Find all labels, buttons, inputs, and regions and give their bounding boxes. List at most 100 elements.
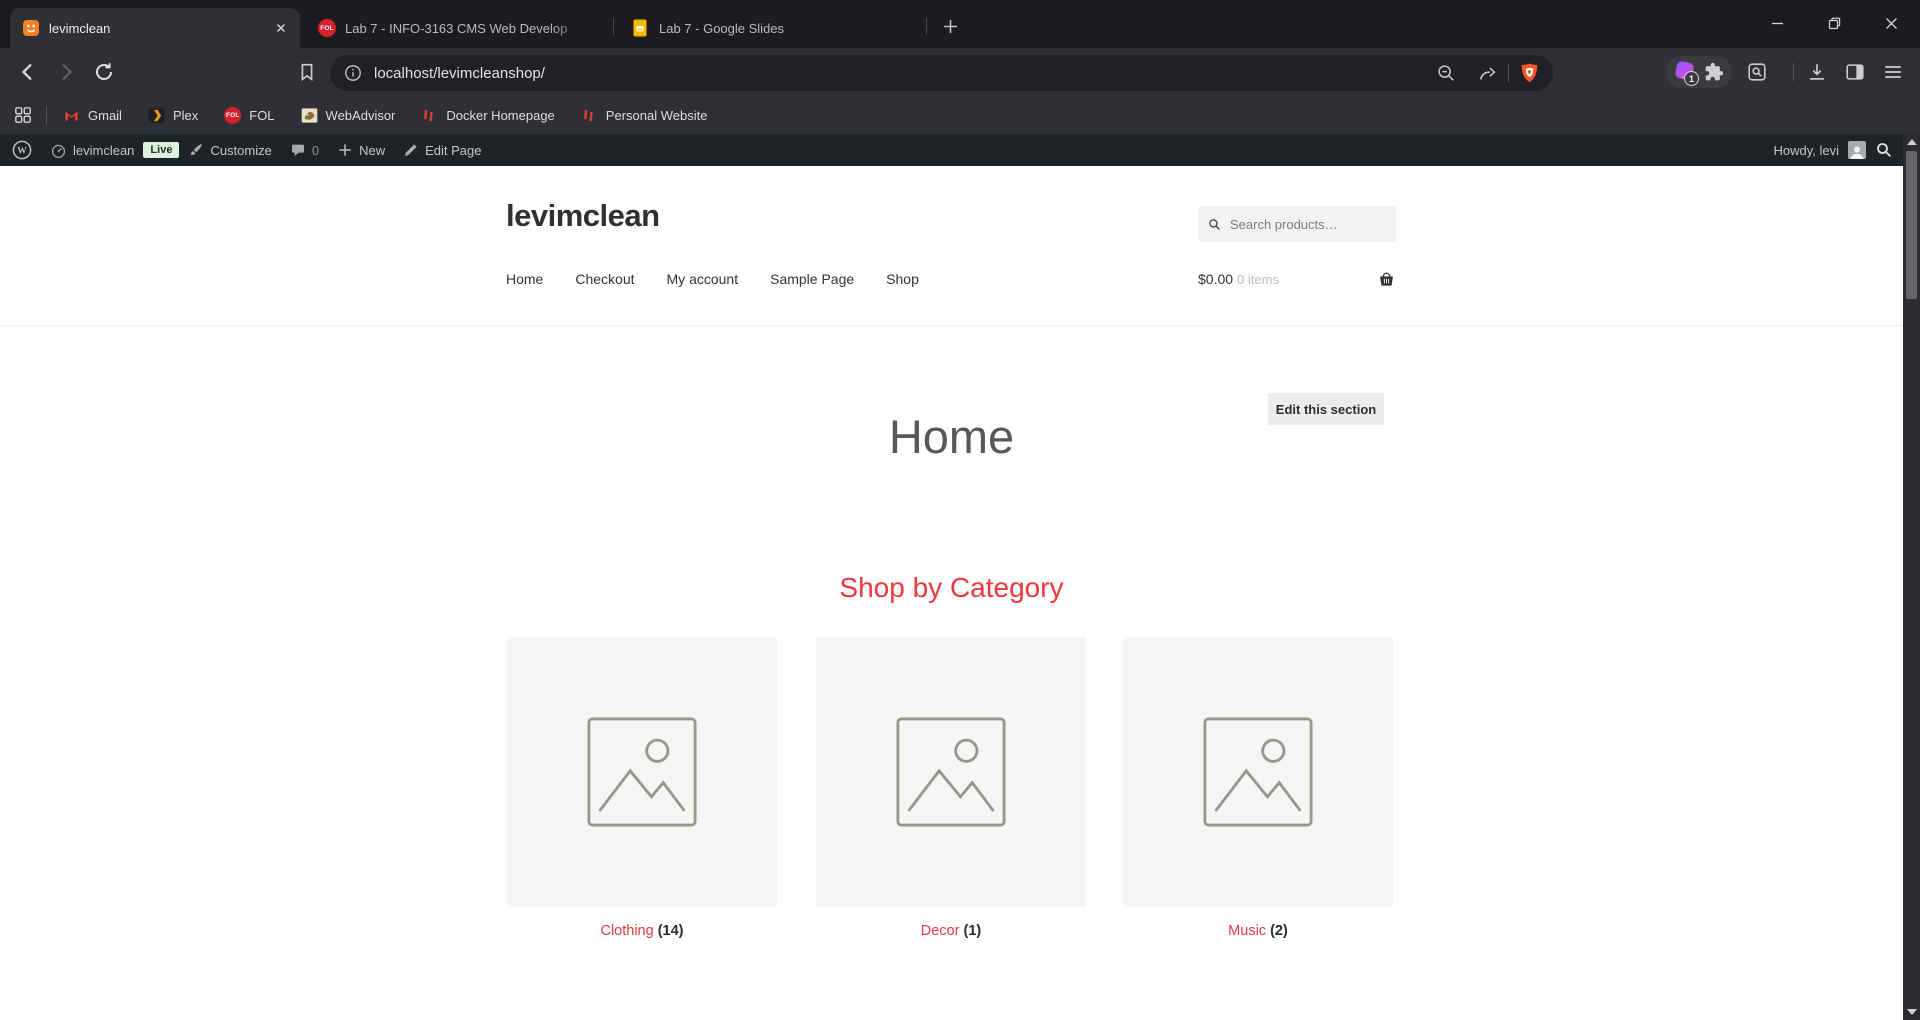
- site-info-icon[interactable]: [344, 64, 362, 82]
- bookmark-label: Docker Homepage: [446, 108, 554, 123]
- site-header: levimclean Home Checkout My account Samp…: [0, 166, 1903, 326]
- pill-divider: [1508, 64, 1509, 82]
- forward-icon[interactable]: [54, 60, 78, 84]
- webadvisor-icon: [301, 107, 318, 124]
- browser-toolbar: localhost/levimcleanshop/ 1: [0, 48, 1920, 96]
- category-link-music[interactable]: Music: [1228, 923, 1266, 939]
- category-count: (1): [963, 923, 981, 939]
- admin-comments[interactable]: 0: [281, 134, 328, 166]
- category-count: (14): [658, 923, 684, 939]
- category-link-decor[interactable]: Decor: [921, 923, 960, 939]
- red-bars-icon: [581, 107, 598, 124]
- reload-icon[interactable]: [92, 60, 116, 84]
- url-text[interactable]: localhost/levimcleanshop/: [374, 65, 545, 82]
- back-icon[interactable]: [16, 60, 40, 84]
- cart-summary[interactable]: $0.000 items: [1198, 269, 1396, 288]
- minimize-button[interactable]: [1749, 0, 1806, 46]
- tab-title: levimclean: [49, 21, 265, 36]
- bookmarks-bar: Gmail Plex FOL FOL WebAdvisor Docker Hom…: [0, 96, 1920, 134]
- toolbar-divider: [1793, 63, 1794, 81]
- image-placeholder-icon: [583, 713, 701, 831]
- bookmark-label: FOL: [249, 108, 274, 123]
- svg-text:W: W: [17, 147, 27, 157]
- admin-edit-page[interactable]: Edit Page: [394, 134, 490, 166]
- category-link-clothing[interactable]: Clothing: [600, 923, 653, 939]
- bookmark-personal-website[interactable]: Personal Website: [581, 107, 708, 124]
- main-nav: Home Checkout My account Sample Page Sho…: [506, 271, 919, 287]
- sidebar-search-icon[interactable]: [1746, 61, 1768, 83]
- downloads-icon[interactable]: [1806, 61, 1828, 83]
- share-icon[interactable]: [1477, 62, 1499, 84]
- fol-favicon: FOL: [318, 19, 336, 37]
- howdy-text[interactable]: Howdy, levi: [1773, 143, 1839, 158]
- fol-icon: FOL: [224, 107, 241, 124]
- tab-title: Lab 7 - INFO-3163 CMS Web Develop: [345, 21, 594, 36]
- restore-button[interactable]: [1806, 0, 1863, 46]
- admin-new[interactable]: New: [328, 134, 394, 166]
- nav-shop[interactable]: Shop: [886, 271, 919, 287]
- admin-search-icon[interactable]: [1875, 141, 1893, 159]
- bookmark-icon[interactable]: [296, 61, 318, 83]
- tab-divider: [613, 18, 614, 35]
- image-placeholder-icon: [892, 713, 1010, 831]
- red-bars-icon: [421, 107, 438, 124]
- tab-divider: [926, 18, 927, 35]
- comment-bubble-icon: [290, 142, 306, 158]
- tab-google-slides[interactable]: Lab 7 - Google Slides: [620, 8, 918, 48]
- wp-admin-bar: W levimclean Live Customize 0 New Edit P…: [0, 134, 1903, 166]
- bookmark-docker-homepage[interactable]: Docker Homepage: [421, 107, 554, 124]
- menu-hamburger-icon[interactable]: [1882, 61, 1904, 83]
- extensions-puzzle-icon[interactable]: [1704, 62, 1724, 82]
- scroll-down-arrow-icon[interactable]: [1907, 1009, 1917, 1015]
- scroll-up-arrow-icon[interactable]: [1907, 139, 1917, 145]
- apps-grid-icon[interactable]: [14, 106, 32, 124]
- wp-logo-icon[interactable]: W: [0, 134, 41, 166]
- bookmark-label: WebAdvisor: [326, 108, 396, 123]
- profile-extension-icon[interactable]: 1: [1674, 61, 1696, 83]
- google-slides-favicon: [632, 19, 650, 37]
- bookmark-gmail[interactable]: Gmail: [63, 107, 122, 124]
- admin-customize[interactable]: Customize: [179, 134, 280, 166]
- plus-icon: [337, 142, 353, 158]
- tab-levimclean[interactable]: levimclean: [10, 8, 300, 48]
- basket-icon[interactable]: [1377, 269, 1396, 288]
- nav-sample-page[interactable]: Sample Page: [770, 271, 854, 287]
- avatar[interactable]: [1848, 141, 1866, 159]
- bookmark-fol[interactable]: FOL FOL: [224, 107, 274, 124]
- cart-total: $0.00: [1198, 271, 1233, 287]
- plex-icon: [148, 107, 165, 124]
- tab-close-icon[interactable]: [274, 21, 288, 35]
- category-count: (2): [1270, 923, 1288, 939]
- sidebar-panel-icon[interactable]: [1844, 61, 1866, 83]
- admin-site-name[interactable]: levimclean: [41, 134, 143, 166]
- window-controls: [1749, 0, 1920, 46]
- extensions-group: 1: [1666, 56, 1732, 88]
- section-title: Shop by Category: [0, 572, 1903, 604]
- dashboard-gauge-icon: [50, 142, 67, 159]
- nav-my-account[interactable]: My account: [667, 271, 739, 287]
- category-card-clothing[interactable]: [507, 637, 777, 907]
- brave-shield-icon[interactable]: [1518, 61, 1541, 85]
- nav-checkout[interactable]: Checkout: [575, 271, 634, 287]
- category-card-music[interactable]: [1123, 637, 1393, 907]
- bookmark-webadvisor[interactable]: WebAdvisor: [301, 107, 396, 124]
- address-bar[interactable]: localhost/levimcleanshop/: [330, 55, 1553, 91]
- scrollbar-thumb[interactable]: [1906, 151, 1917, 299]
- page-scrollbar[interactable]: [1903, 134, 1920, 1020]
- site-logo[interactable]: levimclean: [506, 198, 660, 234]
- product-search[interactable]: [1198, 206, 1396, 242]
- category-label: Decor (1): [816, 923, 1086, 939]
- bookmark-label: Plex: [173, 108, 198, 123]
- category-card-decor[interactable]: [816, 637, 1086, 907]
- nav-home[interactable]: Home: [506, 271, 543, 287]
- new-tab-button[interactable]: [936, 12, 964, 40]
- image-placeholder-icon: [1199, 713, 1317, 831]
- search-input[interactable]: [1228, 216, 1386, 233]
- extension-badge: 1: [1684, 71, 1699, 86]
- tab-fol-lab7[interactable]: FOL Lab 7 - INFO-3163 CMS Web Develop: [306, 8, 606, 48]
- close-button[interactable]: [1863, 0, 1920, 46]
- search-icon: [1208, 217, 1221, 232]
- category-label: Clothing (14): [507, 923, 777, 939]
- bookmark-plex[interactable]: Plex: [148, 107, 198, 124]
- zoom-out-icon[interactable]: [1435, 62, 1457, 84]
